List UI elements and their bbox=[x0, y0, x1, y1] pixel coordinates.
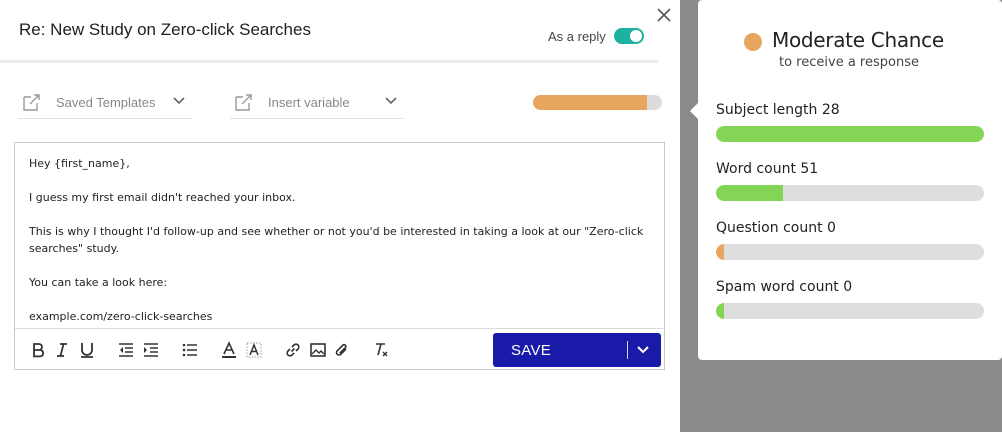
saved-templates-dropdown[interactable]: Saved Templates bbox=[18, 86, 192, 119]
chevron-down-icon[interactable] bbox=[635, 343, 651, 357]
save-button[interactable]: SAVE bbox=[493, 333, 661, 367]
email-editor: Hey {first_name}, I guess my first email… bbox=[14, 142, 665, 370]
metric-spam-word-count: Spam word count 0 bbox=[716, 279, 984, 319]
insert-variable-label: Insert variable bbox=[268, 94, 350, 110]
bold-icon[interactable] bbox=[29, 341, 47, 359]
image-icon[interactable] bbox=[309, 341, 327, 359]
metric-label: Word count 51 bbox=[716, 161, 819, 177]
chevron-down-icon bbox=[385, 97, 397, 105]
body-line: You can take a look here: bbox=[29, 276, 168, 289]
reply-toggle-row: As a reply bbox=[548, 28, 644, 44]
metric-bar bbox=[716, 126, 984, 142]
save-button-label: SAVE bbox=[511, 341, 552, 359]
metric-subject-length: Subject length 28 bbox=[716, 102, 984, 142]
response-chance-panel: Moderate Chance to receive a response Su… bbox=[698, 0, 1002, 360]
chance-title: Moderate Chance bbox=[772, 28, 944, 52]
link-icon[interactable] bbox=[284, 341, 302, 359]
response-score-fill bbox=[533, 95, 647, 110]
metric-bar-fill bbox=[716, 185, 783, 201]
saved-templates-label: Saved Templates bbox=[56, 94, 156, 110]
metric-bar bbox=[716, 244, 984, 260]
insert-variable-dropdown[interactable]: Insert variable bbox=[230, 86, 404, 119]
body-line: This is why I thought I'd follow-up and … bbox=[29, 225, 644, 255]
clear-format-icon[interactable] bbox=[372, 341, 390, 359]
body-greeting: Hey {first_name}, bbox=[29, 157, 130, 170]
body-line: I guess my first email didn't reached yo… bbox=[29, 191, 296, 204]
metric-bar-fill bbox=[716, 244, 725, 260]
formatting-toolbar: SAVE bbox=[15, 328, 664, 369]
email-subject[interactable]: Re: New Study on Zero-click Searches bbox=[19, 20, 311, 40]
highlight-icon[interactable] bbox=[245, 341, 263, 359]
attachment-icon[interactable] bbox=[333, 341, 351, 359]
chevron-down-icon bbox=[173, 97, 185, 105]
save-divider bbox=[627, 341, 628, 359]
outdent-icon[interactable] bbox=[117, 341, 135, 359]
metric-label: Spam word count 0 bbox=[716, 279, 853, 295]
metric-label: Question count 0 bbox=[716, 220, 836, 236]
external-link-icon bbox=[235, 94, 252, 111]
font-color-icon[interactable] bbox=[220, 341, 238, 359]
reply-toggle[interactable] bbox=[613, 28, 644, 44]
body-link: example.com/zero-click-searches bbox=[29, 310, 213, 323]
metric-question-count: Question count 0 bbox=[716, 220, 984, 260]
email-composer-modal: Re: New Study on Zero-click Searches As … bbox=[0, 0, 680, 432]
metric-bar bbox=[716, 185, 984, 201]
metric-word-count: Word count 51 bbox=[716, 161, 984, 201]
email-body-textarea[interactable]: Hey {first_name}, I guess my first email… bbox=[15, 143, 664, 328]
toggle-knob bbox=[629, 30, 642, 42]
close-icon[interactable] bbox=[655, 6, 673, 24]
indent-icon[interactable] bbox=[142, 341, 160, 359]
chance-indicator-dot bbox=[744, 33, 762, 51]
reply-label: As a reply bbox=[548, 28, 606, 44]
italic-icon[interactable] bbox=[53, 341, 71, 359]
external-link-icon bbox=[23, 94, 40, 111]
response-score-bar[interactable] bbox=[533, 95, 662, 110]
metric-bar bbox=[716, 303, 984, 319]
list-icon[interactable] bbox=[181, 341, 199, 359]
underline-icon[interactable] bbox=[78, 341, 96, 359]
metric-label: Subject length 28 bbox=[716, 102, 840, 118]
metric-bar-fill bbox=[716, 303, 725, 319]
metric-bar-fill bbox=[716, 126, 984, 142]
chance-subtitle: to receive a response bbox=[779, 55, 919, 70]
divider bbox=[0, 60, 658, 63]
